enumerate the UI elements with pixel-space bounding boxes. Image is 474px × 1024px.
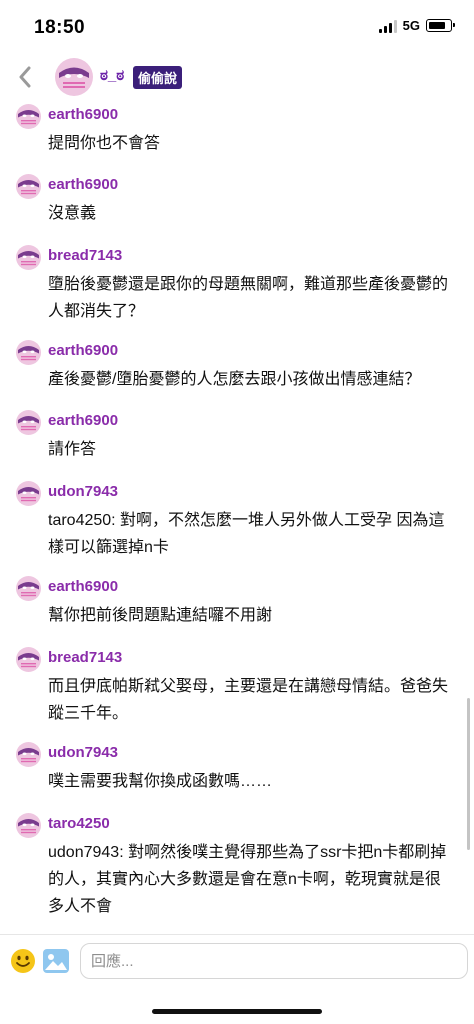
avatar[interactable]	[16, 576, 41, 601]
avatar[interactable]	[16, 742, 41, 767]
message-text: 墮胎後憂鬱還是跟你的母題無關啊，難道那些產後憂鬱的人都消失了？	[48, 276, 449, 320]
avatar[interactable]	[16, 410, 41, 435]
message-username[interactable]: udon7943	[48, 483, 118, 500]
network-label: 5G	[402, 18, 420, 33]
header-username[interactable]: ಠ_ಠ	[100, 67, 124, 84]
message-username[interactable]: earth6900	[48, 412, 118, 429]
battery-icon	[426, 19, 455, 32]
avatar[interactable]	[16, 647, 41, 672]
chat-header: ಠ_ಠ 偷偷說	[0, 56, 474, 100]
message-text: 幫你把前後問題點連結囉不用謝	[48, 607, 273, 624]
home-indicator	[152, 1009, 322, 1014]
message-username[interactable]: taro4250	[48, 815, 110, 832]
message-username[interactable]: earth6900	[48, 342, 118, 359]
smiley-icon[interactable]	[10, 948, 36, 974]
reply-input[interactable]	[80, 943, 468, 979]
chevron-left-icon	[19, 66, 31, 88]
reply-bar	[0, 934, 474, 988]
message-username[interactable]: bread7143	[48, 649, 122, 666]
message-text: 提問你也不會答	[48, 135, 161, 152]
message-text: 噗主需要我幫你換成函數嗎……	[48, 773, 273, 790]
avatar[interactable]	[16, 340, 41, 365]
avatar[interactable]	[55, 58, 93, 96]
status-time: 18:50	[34, 17, 86, 38]
avatar[interactable]	[16, 104, 41, 129]
message-username[interactable]: earth6900	[48, 106, 118, 123]
message-text: udon7943: 對啊然後噗主覺得那些為了ssr卡把n卡都刷掉的人，其實內心大…	[48, 844, 447, 915]
image-icon[interactable]	[42, 948, 70, 974]
status-icons: 5G	[378, 18, 455, 33]
message-username[interactable]: earth6900	[48, 176, 118, 193]
anonymous-badge: 偷偷說	[133, 66, 183, 89]
avatar[interactable]	[16, 481, 41, 506]
message-username[interactable]: bread7143	[48, 247, 122, 264]
avatar[interactable]	[16, 813, 41, 838]
message-text: 請作答	[48, 441, 97, 458]
scrollbar[interactable]	[467, 698, 470, 850]
status-bar: 18:50 5G	[0, 0, 474, 56]
message-text: 沒意義	[48, 205, 97, 222]
signal-icon	[378, 19, 397, 33]
avatar[interactable]	[16, 245, 41, 270]
message-text: taro4250: 對啊，不然怎麼一堆人另外做人工受孕 因為這樣可以篩選掉n卡	[48, 512, 445, 556]
message-text: 而且伊底帕斯弒父娶母，主要還是在講戀母情結。爸爸失蹤三千年。	[48, 678, 449, 722]
back-button[interactable]	[10, 62, 40, 92]
message-username[interactable]: udon7943	[48, 744, 118, 761]
message-text: 產後憂鬱/墮胎憂鬱的人怎麼去跟小孩做出情感連結？	[48, 371, 421, 388]
message-username[interactable]: earth6900	[48, 578, 118, 595]
avatar[interactable]	[16, 174, 41, 199]
